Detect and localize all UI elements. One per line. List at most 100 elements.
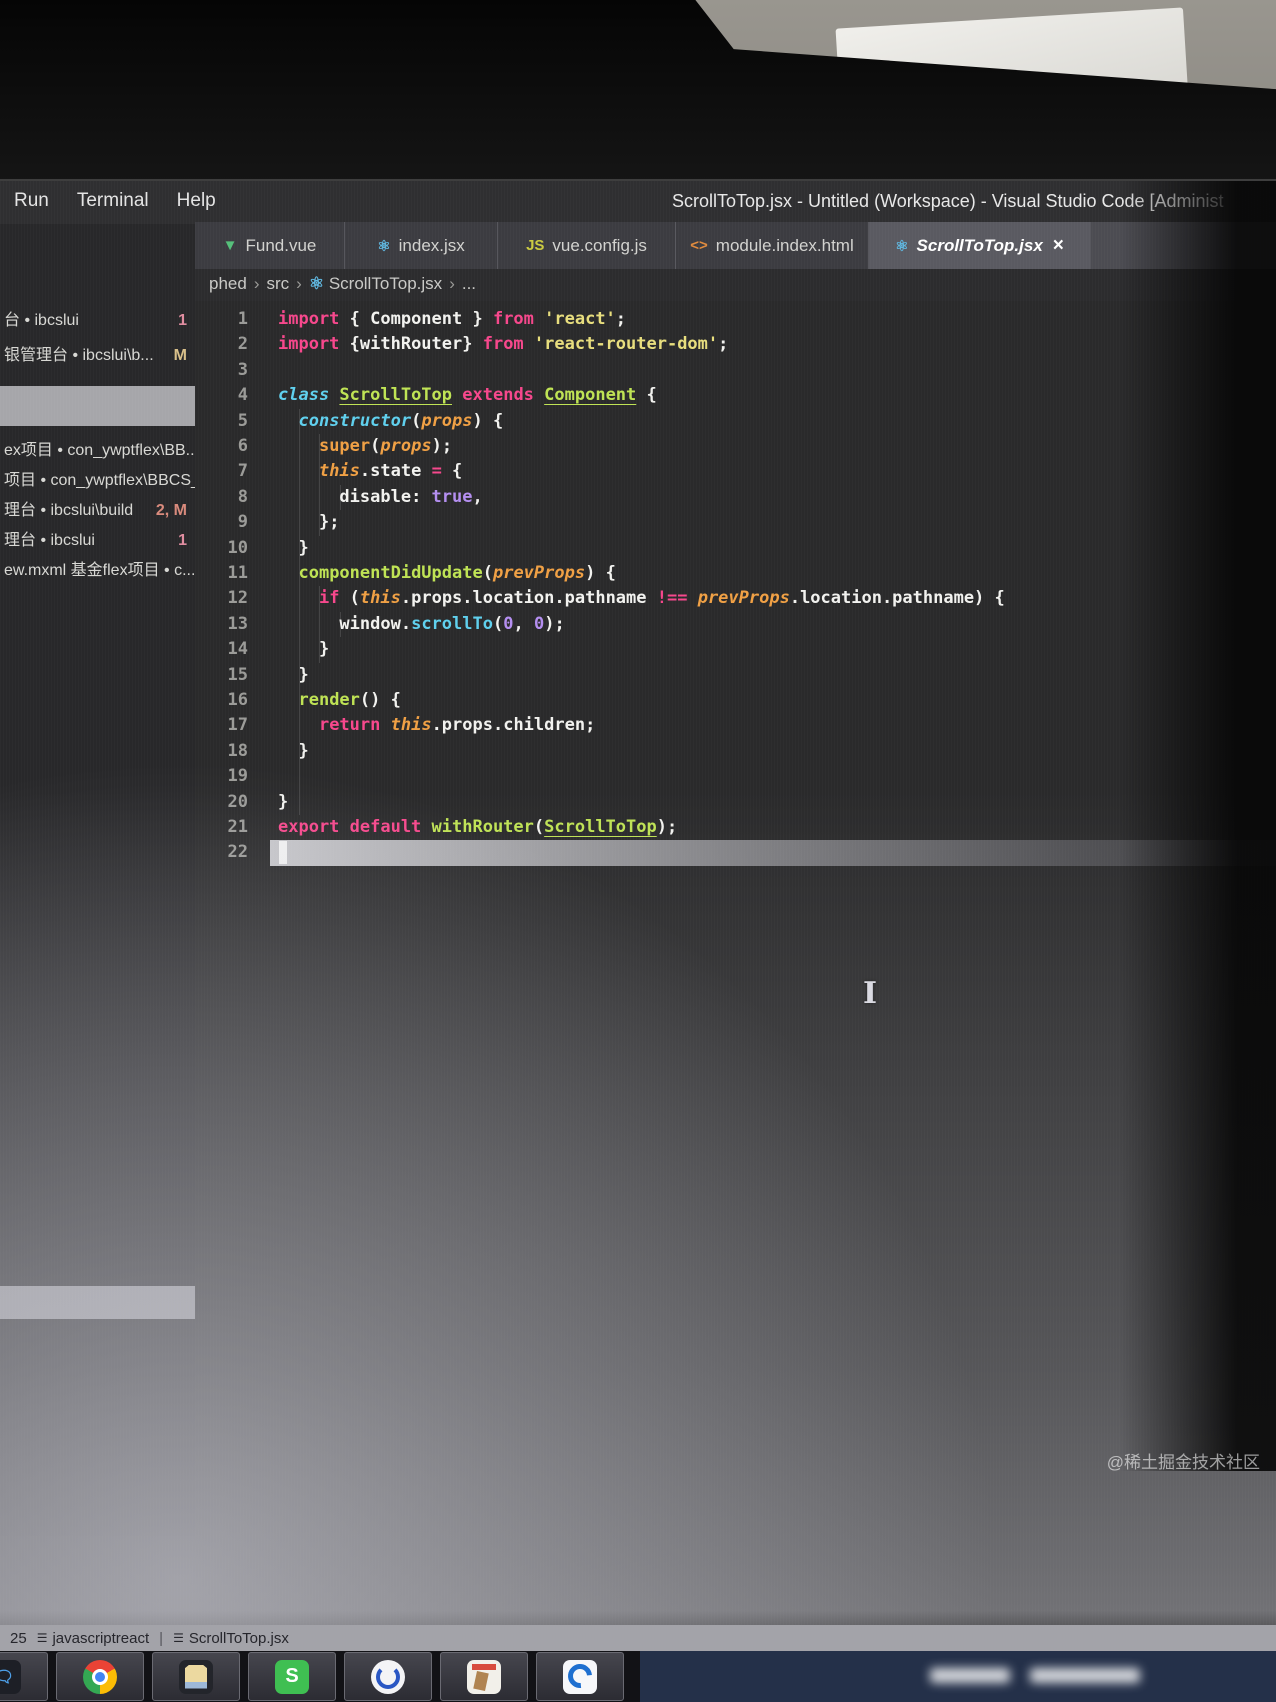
code-line[interactable]: 15 } — [195, 663, 1276, 688]
code-line[interactable]: 9 }; — [195, 510, 1276, 535]
source-control-item[interactable]: 项目 • con_ywptflex\BBCS_... — [0, 466, 195, 495]
breadcrumb[interactable]: phed › src › ⚛ ScrollToTop.jsx ›... — [195, 269, 1276, 301]
code-text: import { Component } from 'react'; — [278, 309, 627, 329]
scm-item-badge: 1 — [178, 532, 187, 549]
source-control-item[interactable]: 银管理台 • ibcslui\b... M — [0, 341, 195, 370]
tab-module-index-html[interactable]: <> module.index.html — [676, 222, 869, 269]
code-line[interactable]: 22 — [195, 840, 1276, 865]
scm-item-label: 银管理台 • ibcslui\b... — [4, 347, 154, 364]
line-number: 12 — [227, 588, 248, 609]
chrome-icon — [83, 1659, 117, 1694]
tab-scrolltotop-jsx[interactable]: ⚛ ScrollToTop.jsx × — [869, 222, 1091, 269]
code-text: }; — [318, 512, 340, 533]
tab-label: vue.config.js — [552, 235, 647, 255]
code-line[interactable]: 20} — [195, 790, 1276, 815]
code-text: return this.props.children; — [318, 715, 596, 736]
tab-fund-vue[interactable]: ▼ Fund.vue — [195, 222, 345, 269]
code-line[interactable]: 11 componentDidUpdate(prevProps) { — [195, 561, 1276, 586]
breadcrumb-separator: › — [449, 274, 455, 293]
scm-item-label: ex项目 • con_ywptflex\BB... — [4, 442, 195, 459]
code-text: } — [298, 740, 309, 761]
document-app-icon — [467, 1659, 501, 1694]
code-line[interactable]: 1 import { Component } from 'react'; — [195, 307, 1276, 332]
code-line[interactable]: 10 } — [195, 536, 1276, 561]
code-line[interactable]: 14 } — [195, 637, 1276, 662]
source-control-item[interactable]: ew.mxml 基金flex项目 • c... — [0, 556, 195, 585]
code-line[interactable]: 5 constructor(props) { — [195, 409, 1276, 434]
code-line[interactable]: 4 class ScrollToTop extends Component { — [195, 383, 1276, 408]
source-control-item[interactable]: 理台 • ibcslui 1 — [0, 526, 195, 555]
dolphin-app-icon — [563, 1659, 597, 1694]
tab-label: module.index.html — [715, 235, 854, 255]
code-editor[interactable]: 1 import { Component } from 'react'; 2 impo… — [195, 301, 1276, 1626]
breadcrumb-item[interactable]: src — [267, 274, 290, 293]
tab-label: Fund.vue — [245, 235, 317, 255]
tab-close-icon[interactable]: × — [1053, 235, 1064, 257]
source-control-item[interactable]: 台 • ibcslui 1 — [0, 306, 195, 335]
html-icon: <> — [690, 237, 708, 254]
code-text: class ScrollToTop extends Component { — [278, 385, 657, 406]
code-line[interactable]: 7 this.state = { — [195, 459, 1276, 484]
code-line[interactable]: 12 if (this.props.location.pathname !== … — [195, 586, 1276, 611]
code-line[interactable]: 16 render() { — [195, 688, 1276, 713]
menu-item-terminal[interactable]: Terminal — [63, 181, 163, 212]
code-line[interactable]: 21 export default withRouter(ScrollToTop)… — [195, 815, 1276, 840]
taskbar-tile[interactable] — [56, 1652, 144, 1701]
source-control-sidebar[interactable]: 台 • ibcslui 1 银管理台 • ibcslui\b... M ex项目 • c… — [0, 224, 195, 1536]
line-number: 15 — [227, 664, 248, 685]
indent-guide — [319, 586, 320, 663]
taskbar-tile[interactable] — [344, 1652, 432, 1701]
line-number: 3 — [237, 359, 248, 380]
scm-item-badge: 1 — [178, 312, 187, 329]
code-text: } — [278, 791, 289, 812]
taskbar-tile[interactable]: S — [248, 1652, 336, 1701]
taskbar-tile[interactable] — [440, 1652, 528, 1701]
green-s-app-icon: S — [275, 1659, 309, 1694]
code-line[interactable]: 8 disable: true, — [195, 485, 1276, 510]
code-line[interactable]: 18 } — [195, 739, 1276, 764]
tab-vue-config-js[interactable]: JS vue.config.js — [498, 222, 676, 269]
menu-item-help[interactable]: Help — [163, 181, 230, 212]
breadcrumb-item[interactable]: phed — [209, 274, 247, 293]
code-line[interactable]: 17 return this.props.children; — [195, 713, 1276, 738]
source-control-item[interactable]: 理台 • ibcslui\build 2, M — [0, 496, 195, 525]
line-number: 20 — [227, 791, 248, 812]
line-number: 10 — [227, 537, 248, 558]
line-number: 11 — [227, 563, 248, 583]
source-control-item[interactable]: ex项目 • con_ywptflex\BB... — [0, 436, 195, 465]
code-text: } — [298, 664, 309, 685]
breadcrumb-item[interactable]: ... — [462, 274, 476, 293]
vue-icon: ▼ — [222, 237, 238, 254]
code-line[interactable]: 19 — [195, 764, 1276, 789]
blurred-taskbar-text — [1030, 1668, 1140, 1683]
taskbar-tile[interactable] — [152, 1652, 240, 1701]
code-text: render() { — [298, 690, 401, 710]
breadcrumb-separator: › — [296, 274, 302, 293]
scm-item-label: 理台 • ibcslui — [4, 532, 95, 549]
breadcrumb-item[interactable]: ScrollToTop.jsx — [329, 274, 442, 293]
sidebar-selected-row[interactable] — [0, 386, 195, 426]
sidebar-highlight-band — [0, 1286, 195, 1319]
code-line[interactable]: 2 import {withRouter} from 'react-router-… — [195, 332, 1276, 357]
indent-guide — [299, 408, 300, 815]
line-number: 9 — [237, 512, 248, 533]
taskbar-tile[interactable]: 🗨 — [0, 1652, 48, 1701]
scm-item-badge: 2, M — [155, 502, 187, 519]
menu-item-run[interactable]: Run — [0, 181, 63, 212]
code-line[interactable]: 13 window.scrollTo(0, 0); — [195, 612, 1276, 637]
line-number: 22 — [227, 842, 248, 863]
code-line[interactable]: 3 — [195, 358, 1276, 383]
code-line[interactable]: 6 super(props); — [195, 434, 1276, 459]
status-line-number[interactable]: 25 — [10, 1630, 27, 1647]
vscode-screen: Run Terminal Help ScrollToTop.jsx - Untitl… — [0, 181, 1276, 1702]
status-language-mode[interactable]: ☰ javascriptreact — [37, 1630, 149, 1647]
line-number: 19 — [227, 766, 248, 787]
taskbar-tile[interactable] — [536, 1652, 624, 1701]
line-number: 5 — [237, 410, 248, 431]
code-text: disable: true, — [339, 486, 483, 507]
list-icon: ☰ — [173, 1631, 184, 1645]
tab-index-jsx[interactable]: ⚛ index.jsx — [345, 222, 498, 269]
windows-taskbar: 🗨 S — [0, 1651, 1276, 1702]
breadcrumb-separator: › — [253, 274, 260, 293]
status-active-file[interactable]: ☰ ScrollToTop.jsx — [173, 1630, 289, 1647]
